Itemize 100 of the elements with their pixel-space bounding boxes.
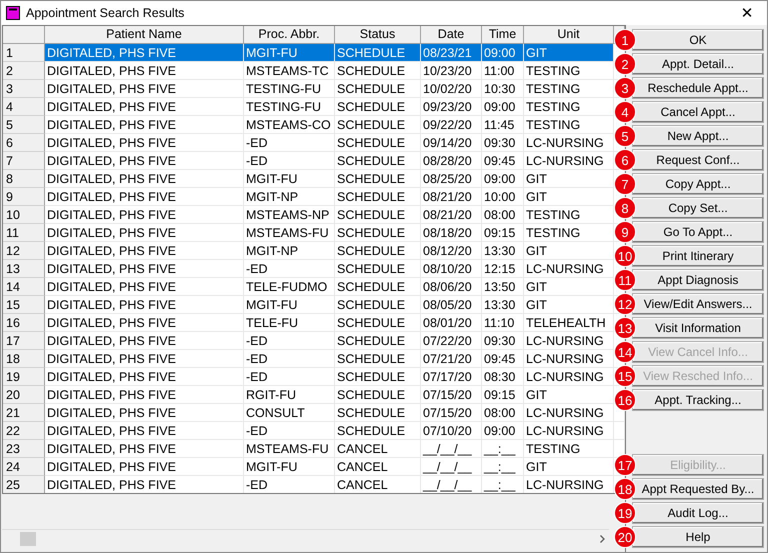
- table-cell: GIT: [524, 188, 614, 206]
- table-cell: 08/18/20: [421, 224, 482, 242]
- table-cell: TELE-FU: [244, 314, 335, 332]
- callout-badge: 19: [614, 502, 636, 524]
- table-cell: LC-NURSING: [524, 422, 614, 440]
- table-cell: SCHEDULE: [335, 314, 421, 332]
- scroll-thumb[interactable]: [20, 532, 36, 546]
- row-number: 11: [3, 224, 45, 242]
- row-number: 24: [3, 458, 45, 476]
- table-cell: GIT: [524, 278, 614, 296]
- table-cell: TESTING: [524, 98, 614, 116]
- action-button[interactable]: Copy Appt...: [632, 173, 764, 195]
- table-cell: 13:50: [482, 278, 524, 296]
- table-cell: GIT: [524, 170, 614, 188]
- action-button[interactable]: Appt Requested By...: [632, 478, 764, 500]
- action-button[interactable]: View/Edit Answers...: [632, 293, 764, 315]
- column-header[interactable]: Proc. Abbr.: [244, 26, 335, 44]
- table-cell: 09:00: [482, 98, 524, 116]
- action-button[interactable]: Print Itinerary: [632, 245, 764, 267]
- table-cell: 08/21/20: [421, 188, 482, 206]
- table-cell: DIGITALED, PHS FIVE: [45, 332, 244, 350]
- action-button[interactable]: Appt. Detail...: [632, 53, 764, 75]
- table-cell: -ED: [244, 422, 335, 440]
- row-number: 25: [3, 476, 45, 493]
- table-cell: 10/23/20: [421, 62, 482, 80]
- table-cell: DIGITALED, PHS FIVE: [45, 314, 244, 332]
- table-cell: GIT: [524, 458, 614, 476]
- action-button[interactable]: Cancel Appt...: [632, 101, 764, 123]
- action-button[interactable]: OK: [632, 29, 764, 51]
- column-header[interactable]: Unit: [524, 26, 614, 44]
- table-cell: MGIT-FU: [244, 458, 335, 476]
- column-header[interactable]: Status: [335, 26, 421, 44]
- table-cell: DIGITALED, PHS FIVE: [45, 404, 244, 422]
- table-cell: 08/25/20: [421, 170, 482, 188]
- table-cell: 13:30: [482, 242, 524, 260]
- table-cell: MSTEAMS-CO: [244, 116, 335, 134]
- table-cell: SCHEDULE: [335, 116, 421, 134]
- table-cell: SCHEDULE: [335, 422, 421, 440]
- action-button[interactable]: Appt. Tracking...: [632, 389, 764, 411]
- table-cell: 09:45: [482, 152, 524, 170]
- row-number: 10: [3, 206, 45, 224]
- table-cell: DIGITALED, PHS FIVE: [45, 278, 244, 296]
- action-button[interactable]: Appt Diagnosis: [632, 269, 764, 291]
- table-cell: 13:30: [482, 296, 524, 314]
- table-cell: LC-NURSING: [524, 260, 614, 278]
- table-cell: SCHEDULE: [335, 278, 421, 296]
- table-cell: GIT: [524, 242, 614, 260]
- action-button[interactable]: Go To Appt...: [632, 221, 764, 243]
- table-cell: TESTING-FU: [244, 98, 335, 116]
- table-cell: CANCEL: [335, 458, 421, 476]
- table-cell: 08:00: [482, 404, 524, 422]
- table-cell: SCHEDULE: [335, 350, 421, 368]
- table-cell: 07/17/20: [421, 368, 482, 386]
- table-cell: DIGITALED, PHS FIVE: [45, 458, 244, 476]
- table-cell: GIT: [524, 44, 614, 62]
- close-button[interactable]: ✕: [727, 1, 767, 25]
- row-number: 7: [3, 152, 45, 170]
- table-cell: DIGITALED, PHS FIVE: [45, 350, 244, 368]
- table-cell: -ED: [244, 350, 335, 368]
- table-cell: -ED: [244, 476, 335, 493]
- table-cell: 08/10/20: [421, 260, 482, 278]
- row-number: 19: [3, 368, 45, 386]
- action-button[interactable]: Reschedule Appt...: [632, 77, 764, 99]
- table-cell: __:__: [482, 458, 524, 476]
- table-cell: DIGITALED, PHS FIVE: [45, 296, 244, 314]
- column-header[interactable]: Patient Name: [45, 26, 244, 44]
- table-cell: DIGITALED, PHS FIVE: [45, 44, 244, 62]
- row-number: 23: [3, 440, 45, 458]
- action-button[interactable]: New Appt...: [632, 125, 764, 147]
- action-button[interactable]: Help: [632, 526, 764, 548]
- column-header[interactable]: Time: [482, 26, 524, 44]
- row-number: 1: [3, 44, 45, 62]
- table-cell: 09:00: [482, 44, 524, 62]
- table-cell: 08:00: [482, 206, 524, 224]
- table-cell: TESTING: [524, 206, 614, 224]
- column-header[interactable]: Date: [421, 26, 482, 44]
- table-cell: SCHEDULE: [335, 188, 421, 206]
- corner-header[interactable]: [3, 26, 45, 44]
- action-button[interactable]: Request Conf...: [632, 149, 764, 171]
- table-cell: __/__/__: [421, 476, 482, 493]
- horizontal-scrollbar[interactable]: [2, 529, 609, 548]
- table-cell: MSTEAMS-TC: [244, 62, 335, 80]
- table-cell: TESTING: [524, 224, 614, 242]
- table-cell: 09/23/20: [421, 98, 482, 116]
- table-cell: 07/10/20: [421, 422, 482, 440]
- table-cell: SCHEDULE: [335, 134, 421, 152]
- table-cell: MGIT-NP: [244, 188, 335, 206]
- action-button[interactable]: Visit Information: [632, 317, 764, 339]
- table-cell: 09:30: [482, 332, 524, 350]
- row-number: 14: [3, 278, 45, 296]
- row-number: 17: [3, 332, 45, 350]
- table-cell: 10/02/20: [421, 80, 482, 98]
- table-cell: SCHEDULE: [335, 44, 421, 62]
- table-cell: DIGITALED, PHS FIVE: [45, 476, 244, 493]
- table-cell: 10:00: [482, 188, 524, 206]
- action-button[interactable]: Audit Log...: [632, 502, 764, 524]
- action-button[interactable]: Copy Set...: [632, 197, 764, 219]
- row-number: 5: [3, 116, 45, 134]
- row-number: 18: [3, 350, 45, 368]
- table-cell: -ED: [244, 134, 335, 152]
